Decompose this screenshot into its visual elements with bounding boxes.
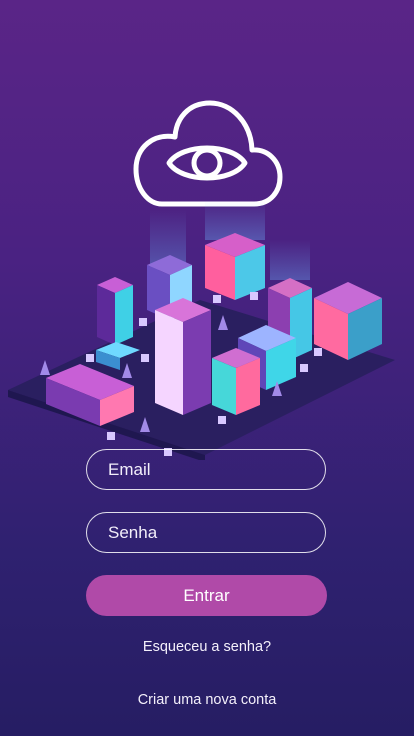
- password-field[interactable]: [86, 512, 326, 553]
- create-account-link[interactable]: Criar uma nova conta: [0, 692, 414, 708]
- cloud-eye-icon: [133, 100, 283, 207]
- city-illustration: [8, 200, 395, 460]
- email-field[interactable]: [86, 449, 326, 490]
- login-button[interactable]: Entrar: [86, 575, 327, 616]
- forgot-password-link[interactable]: Esqueceu a senha?: [0, 639, 414, 655]
